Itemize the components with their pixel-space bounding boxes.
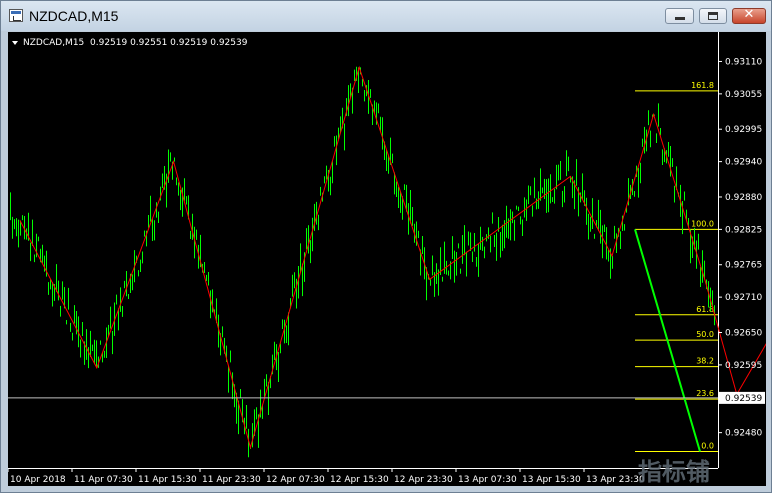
price-chart[interactable]: 161.8 100.0 61.8 50.0 38.2 23.6 0.0 0.93110 0.9… [7,32,772,486]
maximize-button[interactable] [699,8,727,24]
fib-level-label: 0.0 [701,442,714,451]
price-axis-label: 0.92995 [725,125,762,135]
time-axis-label: 12 Apr 23:30 [394,475,453,485]
time-axis-label: 13 Apr 23:30 [586,475,645,485]
price-axis-label: 0.92880 [725,193,762,203]
maximize-icon [708,12,718,20]
price-axis-label: 0.92595 [725,361,762,371]
window-title: NZDCAD,M15 [29,8,119,24]
time-axis-label: 12 Apr 07:30 [266,475,325,485]
symbol-timeframe-label: NZDCAD,M15 [23,38,84,48]
minimize-button[interactable] [665,8,694,24]
price-axis-label: 0.93110 [725,57,762,67]
fib-level-label: 23.6 [696,389,714,398]
time-axis-label: 11 Apr 23:30 [202,475,261,485]
price-axis-label: 0.93055 [725,90,762,100]
price-axis-label: 0.92765 [725,261,762,271]
price-axis-label: 0.92650 [725,328,762,338]
time-axis-label: 13 Apr 07:30 [458,475,517,485]
time-axis-label: 13 Apr 15:30 [522,475,581,485]
chart-window-icon [9,9,23,22]
price-axis-label: 0.92710 [725,293,762,303]
dropdown-arrow-icon[interactable] [12,41,18,45]
watermark-logo: 指标铺 [638,458,710,486]
time-axis-label: 12 Apr 15:30 [330,475,389,485]
fib-level-label: 50.0 [696,330,714,339]
time-axis-label: 10 Apr 2018 [10,475,66,485]
fib-level-label: 38.2 [696,357,714,366]
zigzag-line[interactable] [19,65,772,450]
price-axis-label: 0.92825 [725,225,762,235]
chart-area[interactable]: 161.8 100.0 61.8 50.0 38.2 23.6 0.0 0.93110 0.9… [7,32,772,486]
time-axis-label: 11 Apr 07:30 [74,475,133,485]
price-axis-label: 0.92940 [725,158,762,168]
fib-level-label: 100.0 [691,219,714,228]
fib-level-label: 161.8 [691,81,714,90]
terminal-window: NZDCAD,M15 ✕ 161.8 100.0 61.8 50.0 38.2 23.6 0… [0,0,772,493]
price-axis-label: 0.92480 [725,429,762,439]
close-button[interactable]: ✕ [732,7,766,24]
time-axis-label: 11 Apr 15:30 [138,475,197,485]
title-bar[interactable]: NZDCAD,M15 ✕ [1,1,771,31]
minimize-icon [675,17,685,20]
ohlc-values: 0.92519 0.92551 0.92519 0.92539 [90,38,248,48]
current-price-label: 0.92539 [725,394,762,404]
fib-level-label: 61.8 [696,305,714,314]
close-icon: ✕ [743,7,755,22]
